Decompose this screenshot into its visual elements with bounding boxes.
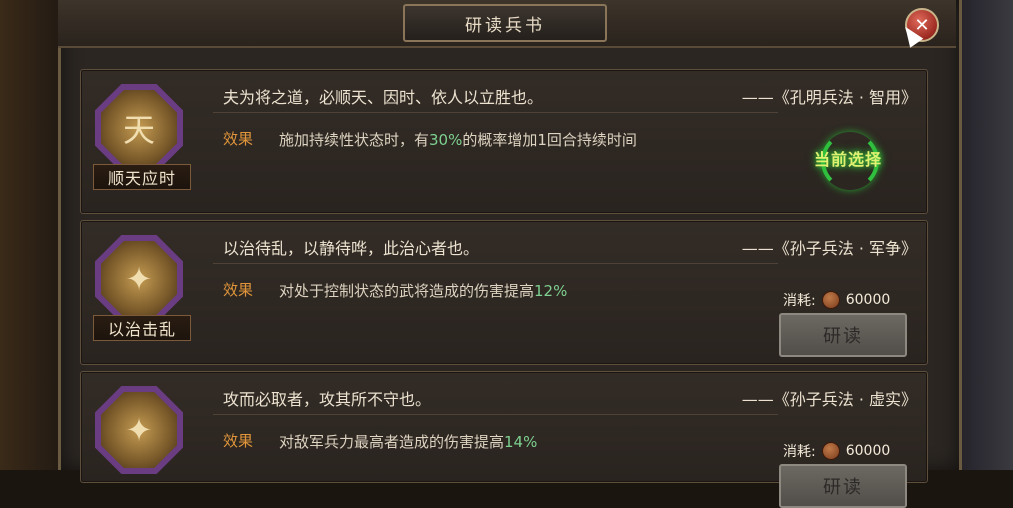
book-icon-frame: ✦ 以治击乱 xyxy=(93,235,191,341)
cost-label: 消耗: xyxy=(783,293,816,309)
book-card-3[interactable]: ✦ 攻而必取者，攻其所不守也。 ——《孙子兵法 · 虚实》 效果 对敌军兵力最高… xyxy=(80,371,928,508)
effect-label: 效果 xyxy=(223,130,254,148)
effect-text: 对处于控制状态的武将造成的伤害提高12% xyxy=(279,279,759,304)
book-card-2[interactable]: ✦ 以治击乱 以治待乱，以静待哗，此治心者也。 ——《孙子兵法 · 军争》 效果… xyxy=(80,220,928,365)
effect-label: 效果 xyxy=(223,281,254,299)
book-card-1[interactable]: 天 顺天应时 夫为将之道，必顺天、因时、依人以立胜也。 ——《孔明兵法 · 智用… xyxy=(80,69,928,214)
book-icon-frame: 天 顺天应时 xyxy=(93,84,191,190)
coin-icon xyxy=(821,442,840,460)
book-quote: 以治待乱，以静待哗，此治心者也。 xyxy=(223,239,480,258)
soldier-glyph: ✦ xyxy=(125,411,153,449)
cost-display: 消耗: 60000 xyxy=(783,441,890,461)
book-icon-frame: ✦ xyxy=(93,386,189,486)
cost-amount: 60000 xyxy=(845,443,891,459)
effect-value: 30% xyxy=(429,131,463,149)
book-quote: 攻而必取者，攻其所不守也。 xyxy=(223,390,432,409)
effect-prefix: 对处于控制状态的武将造成的伤害提高 xyxy=(279,282,535,300)
cost-amount: 60000 xyxy=(845,292,891,308)
effect-value: 12% xyxy=(534,282,568,300)
book-source: ——《孔明兵法 · 智用》 xyxy=(741,88,917,107)
divider xyxy=(213,414,778,415)
effect-prefix: 施加持续性状态时，有 xyxy=(279,131,430,149)
effect-text: 对敌军兵力最高者造成的伤害提高14% xyxy=(279,430,759,455)
panel-title: 研读兵书 xyxy=(403,4,607,42)
warrior-glyph: ✦ xyxy=(125,260,153,298)
book-quote: 夫为将之道，必顺天、因时、依人以立胜也。 xyxy=(223,88,544,107)
effect-prefix: 对敌军兵力最高者造成的伤害提高 xyxy=(279,433,505,451)
study-button[interactable]: 研读 xyxy=(779,313,907,357)
coin-icon xyxy=(821,291,840,309)
effect-value: 14% xyxy=(504,433,538,451)
book-name: 以治击乱 xyxy=(93,315,191,341)
effect-suffix: 的概率增加1回合持续时间 xyxy=(462,131,637,149)
divider xyxy=(213,112,778,113)
book-name: 顺天应时 xyxy=(93,164,191,190)
divider xyxy=(213,263,778,264)
banner-glyph: 天 xyxy=(122,111,155,149)
cost-label: 消耗: xyxy=(783,444,816,460)
cost-display: 消耗: 60000 xyxy=(783,290,890,310)
effect-label: 效果 xyxy=(223,432,254,450)
current-selection-badge: 当前选择 xyxy=(813,150,882,169)
study-button[interactable]: 研读 xyxy=(779,464,907,508)
book-source: ——《孙子兵法 · 虚实》 xyxy=(741,390,917,409)
book-source: ——《孙子兵法 · 军争》 xyxy=(741,239,917,258)
effect-text: 施加持续性状态时，有30%的概率增加1回合持续时间 xyxy=(279,128,759,153)
